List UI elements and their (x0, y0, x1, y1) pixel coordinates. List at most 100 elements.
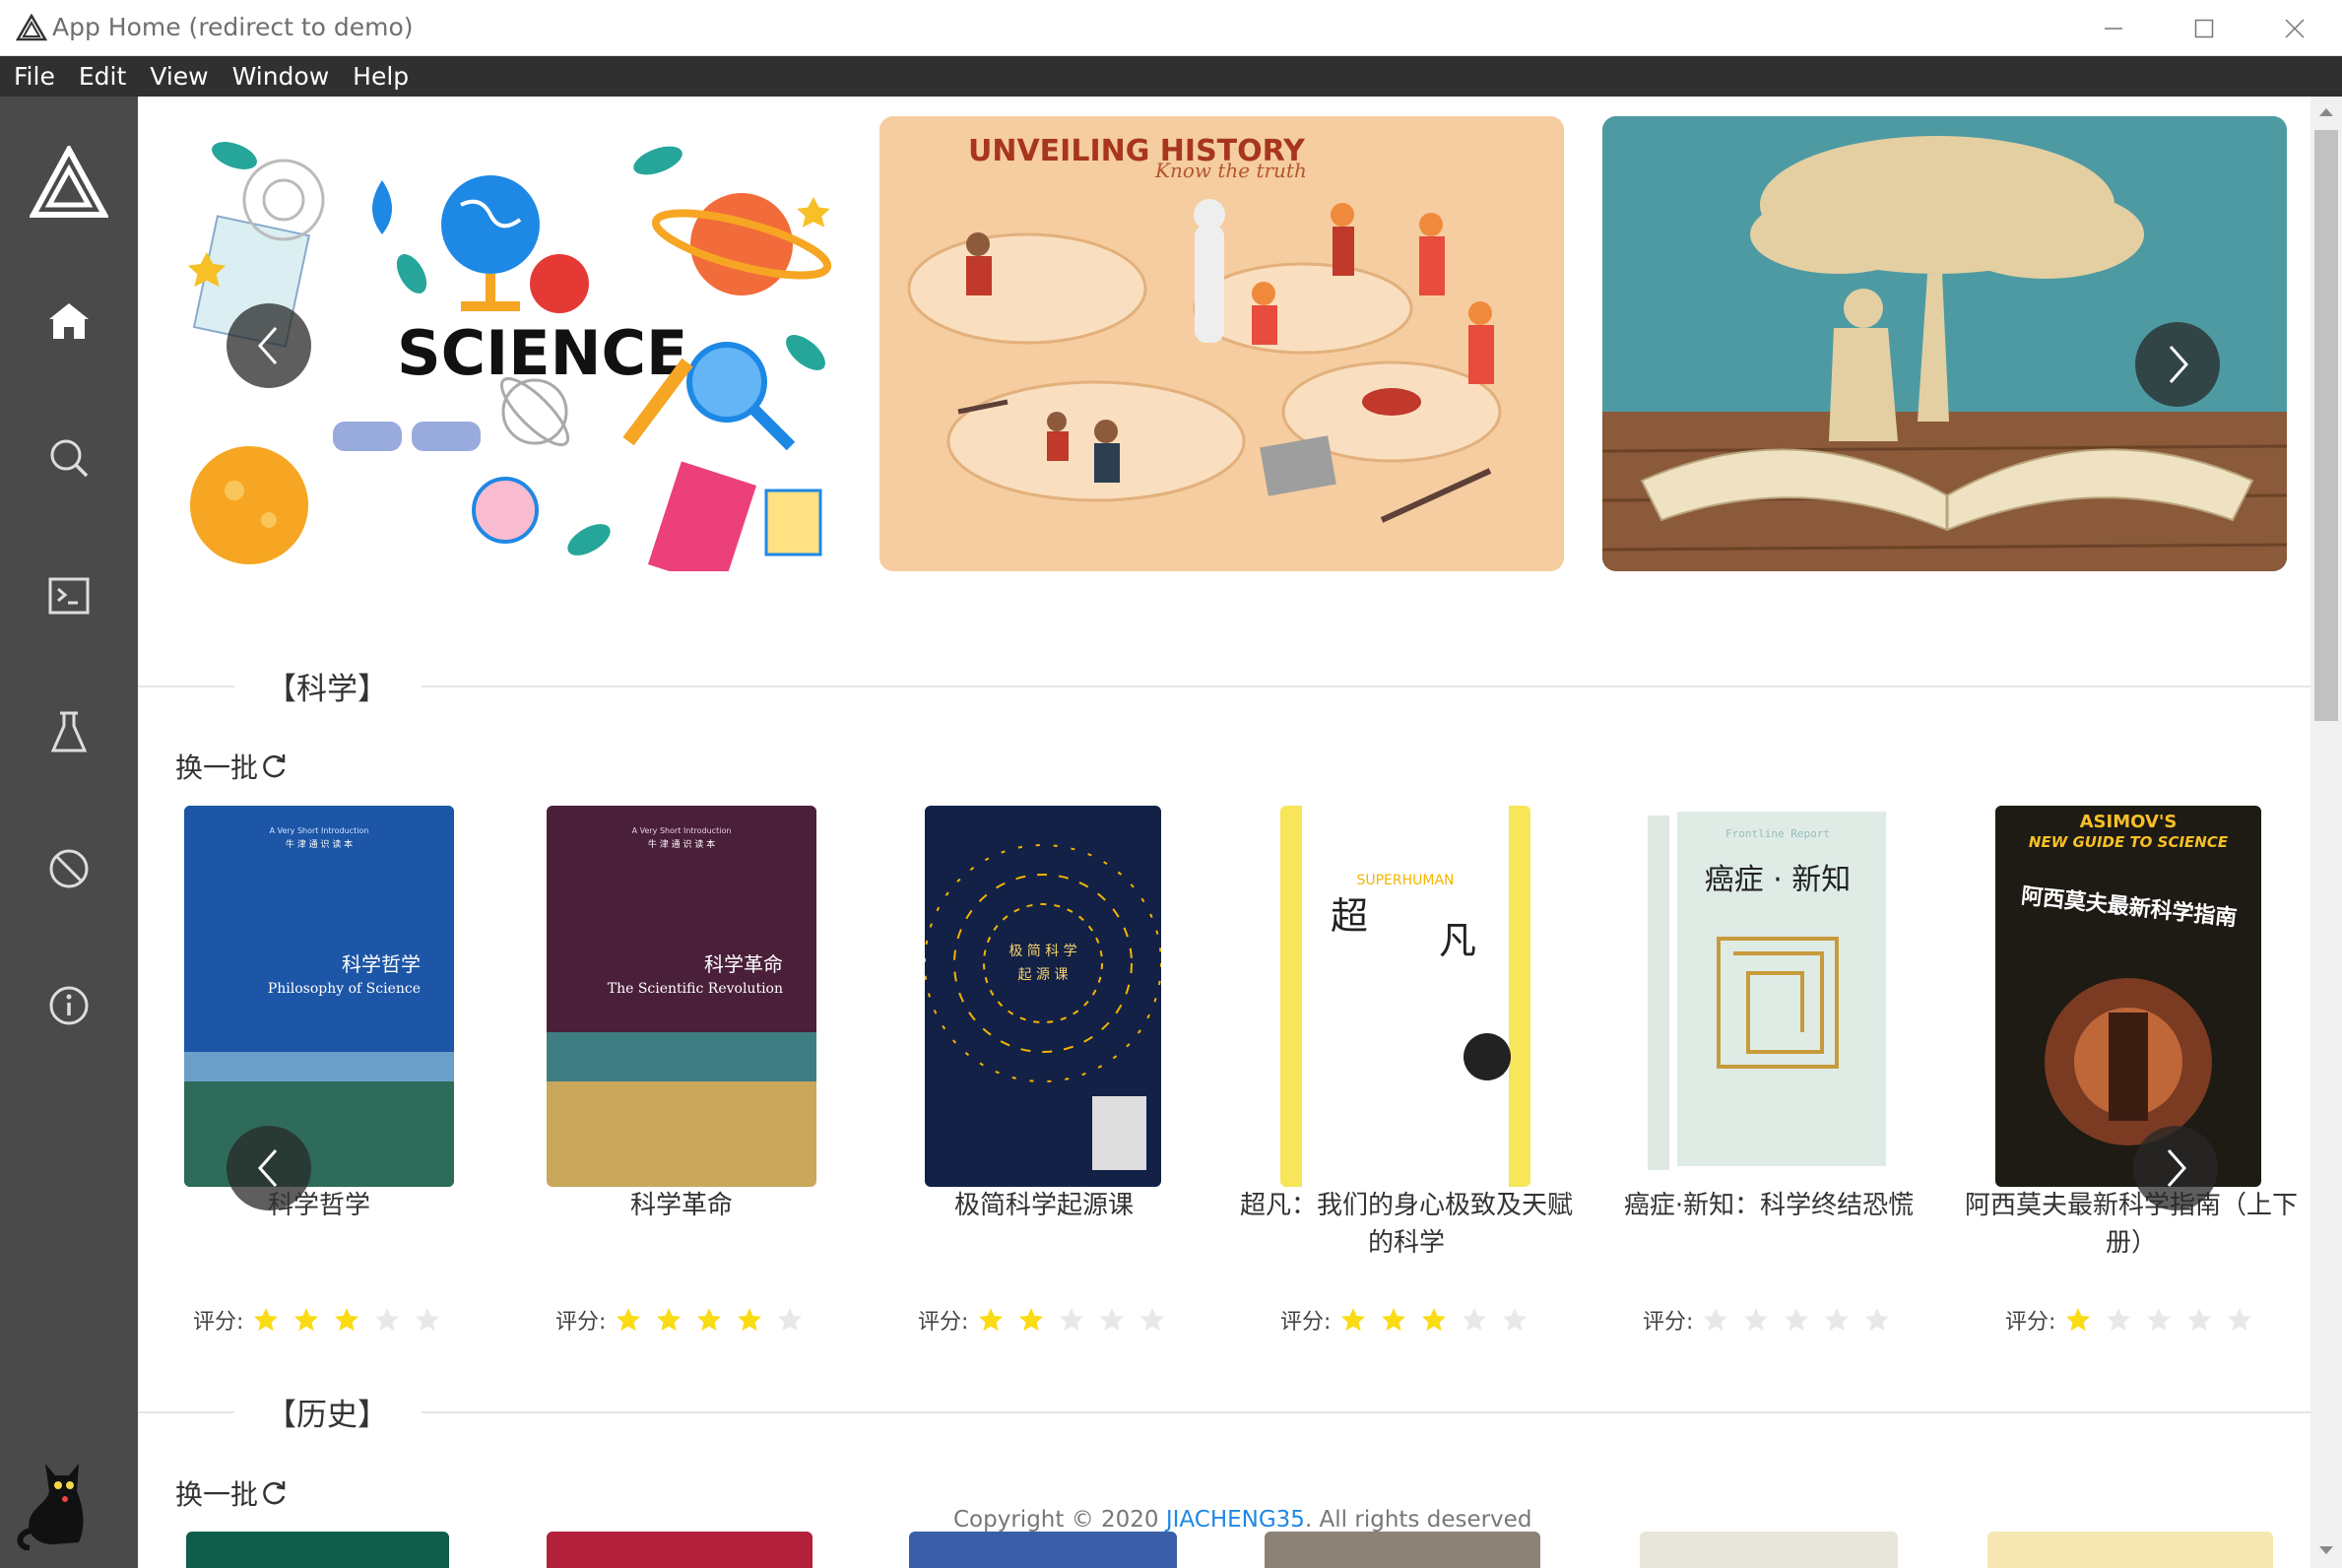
footer-brand-link[interactable]: JIACHENG35 (1166, 1507, 1305, 1533)
book-title[interactable]: 癌症·新知：科学终结恐慌 (1601, 1187, 1936, 1224)
svg-text:超: 超 (1331, 894, 1368, 938)
menu-help[interactable]: Help (353, 62, 409, 91)
minimize-icon (2105, 27, 2122, 30)
scroll-thumb[interactable] (2314, 130, 2338, 721)
star-icon[interactable] (616, 1307, 641, 1333)
sidebar-item-lab[interactable] (39, 702, 98, 761)
book-cover[interactable]: Frontline Report 癌症 · 新知 (1640, 806, 1898, 1187)
star-icon[interactable] (2186, 1307, 2212, 1333)
carousel-slide-history[interactable]: UNVEILING HISTORY Know the truth (879, 116, 1564, 571)
star-icon[interactable] (978, 1307, 1004, 1333)
star-icon[interactable] (2146, 1307, 2172, 1333)
star-icon[interactable] (696, 1307, 722, 1333)
sidebar-item-info[interactable] (39, 976, 98, 1035)
block-icon (49, 849, 89, 888)
star-icon[interactable] (1784, 1307, 1809, 1333)
book-cover-art: A Very Short Introduction 牛 津 通 识 读 本 科学… (547, 806, 816, 1187)
vertical-scrollbar[interactable] (2310, 97, 2342, 1568)
book-cover[interactable] (1265, 1532, 1540, 1568)
book-cover[interactable]: A Very Short Introduction 牛 津 通 识 读 本 科学… (547, 806, 816, 1187)
menu-edit[interactable]: Edit (79, 62, 126, 91)
star-icon[interactable] (656, 1307, 682, 1333)
cat-mascot-icon (17, 1464, 84, 1550)
svg-text:牛 津 通 识 读 本: 牛 津 通 识 读 本 (648, 838, 715, 850)
star-icon[interactable] (1743, 1307, 1769, 1333)
star-icon[interactable] (2065, 1307, 2091, 1333)
menu-window[interactable]: Window (232, 62, 330, 91)
star-icon[interactable] (1340, 1307, 1366, 1333)
book-title[interactable]: 超凡：我们的身心极致及天赋的科学 (1239, 1187, 1574, 1262)
star-icon[interactable] (1824, 1307, 1850, 1333)
star-icon[interactable] (1059, 1307, 1084, 1333)
star-icon[interactable] (2106, 1307, 2131, 1333)
book-cover[interactable]: SUPERHUMAN 超 凡 (1280, 806, 1530, 1187)
carousel-slide-science[interactable]: SCIENCE (175, 116, 860, 571)
star-icon[interactable] (253, 1307, 279, 1333)
star-icon[interactable] (1864, 1307, 1890, 1333)
info-icon (49, 986, 89, 1025)
svg-text:极 简 科 学: 极 简 科 学 (1008, 943, 1076, 959)
star-icon[interactable] (334, 1307, 359, 1333)
star-icon[interactable] (737, 1307, 762, 1333)
star-icon[interactable] (1099, 1307, 1125, 1333)
book-cover[interactable]: 极 简 科 学 起 源 课 (925, 806, 1161, 1187)
refresh-button-history[interactable]: 换一批 (175, 1473, 288, 1513)
sidebar-item-blocked[interactable] (39, 839, 98, 898)
book-cover-art: ASIMOV'S NEW GUIDE TO SCIENCE 阿西莫夫最新科学指南 (1995, 806, 2261, 1187)
book-cover[interactable] (1640, 1532, 1898, 1568)
maximize-button[interactable] (2159, 0, 2249, 56)
menu-file[interactable]: File (14, 62, 55, 91)
star-icon[interactable] (1462, 1307, 1487, 1333)
svg-text:SUPERHUMAN: SUPERHUMAN (1356, 873, 1454, 888)
star-icon[interactable] (374, 1307, 400, 1333)
science-text: SCIENCE (397, 317, 687, 389)
star-icon[interactable] (777, 1307, 803, 1333)
svg-text:Philosophy of Science: Philosophy of Science (268, 981, 421, 997)
star-icon[interactable] (293, 1307, 319, 1333)
svg-text:牛 津 通 识 读 本: 牛 津 通 识 读 本 (286, 838, 353, 850)
star-icon[interactable] (1502, 1307, 1528, 1333)
section-title-history: 【历史】 (266, 1398, 388, 1433)
scroll-down-icon[interactable] (2318, 1544, 2334, 1556)
svg-text:A Very Short Introduction: A Very Short Introduction (632, 826, 732, 835)
carousel-slide-book[interactable] (1602, 116, 2287, 571)
maximize-icon (2194, 19, 2214, 37)
refresh-button-science[interactable]: 换一批 (175, 747, 288, 786)
book-title[interactable]: 科学哲学 (152, 1187, 487, 1224)
sidebar-item-home[interactable] (39, 292, 98, 351)
chevron-left-icon (257, 327, 278, 364)
star-icon[interactable] (1421, 1307, 1447, 1333)
star-icon[interactable] (1139, 1307, 1165, 1333)
scroll-up-icon[interactable] (2318, 106, 2334, 118)
star-icon[interactable] (415, 1307, 440, 1333)
refresh-icon (263, 1481, 286, 1505)
book-cover[interactable]: A Very Short Introduction 牛 津 通 识 读 本 科学… (184, 806, 454, 1187)
svg-text:科学哲学: 科学哲学 (342, 952, 421, 976)
carousel-next-button[interactable] (2135, 322, 2220, 407)
star-icon[interactable] (2227, 1307, 2252, 1333)
sidebar-item-terminal[interactable] (39, 566, 98, 625)
book-cover[interactable] (909, 1532, 1177, 1568)
book-cover[interactable] (547, 1532, 813, 1568)
carousel-prev-button[interactable] (227, 303, 311, 388)
book-title[interactable]: 极简科学起源课 (877, 1187, 1211, 1224)
window-title: App Home (redirect to demo) (52, 13, 414, 41)
close-button[interactable] (2249, 0, 2340, 56)
books-next-button[interactable] (2133, 1126, 2218, 1210)
star-icon[interactable] (1018, 1307, 1044, 1333)
sidebar-item-search[interactable] (39, 428, 98, 488)
menu-view[interactable]: View (150, 62, 208, 91)
section-divider (422, 686, 2310, 687)
book-title[interactable]: 科学革命 (514, 1187, 849, 1224)
star-icon[interactable] (1703, 1307, 1728, 1333)
book-title[interactable]: 阿西莫夫最新科学指南（上下册） (1964, 1187, 2299, 1262)
title-bar: App Home (redirect to demo) (0, 0, 2342, 56)
svg-text:癌症 · 新知: 癌症 · 新知 (1705, 863, 1852, 897)
minimize-button[interactable] (2068, 0, 2159, 56)
section-divider (138, 686, 234, 687)
book-rating: 评分: (2005, 1304, 2267, 1336)
book-cover[interactable] (186, 1532, 449, 1568)
book-cover[interactable] (1987, 1532, 2273, 1568)
book-cover[interactable]: ASIMOV'S NEW GUIDE TO SCIENCE 阿西莫夫最新科学指南 (1995, 806, 2261, 1187)
star-icon[interactable] (1381, 1307, 1406, 1333)
